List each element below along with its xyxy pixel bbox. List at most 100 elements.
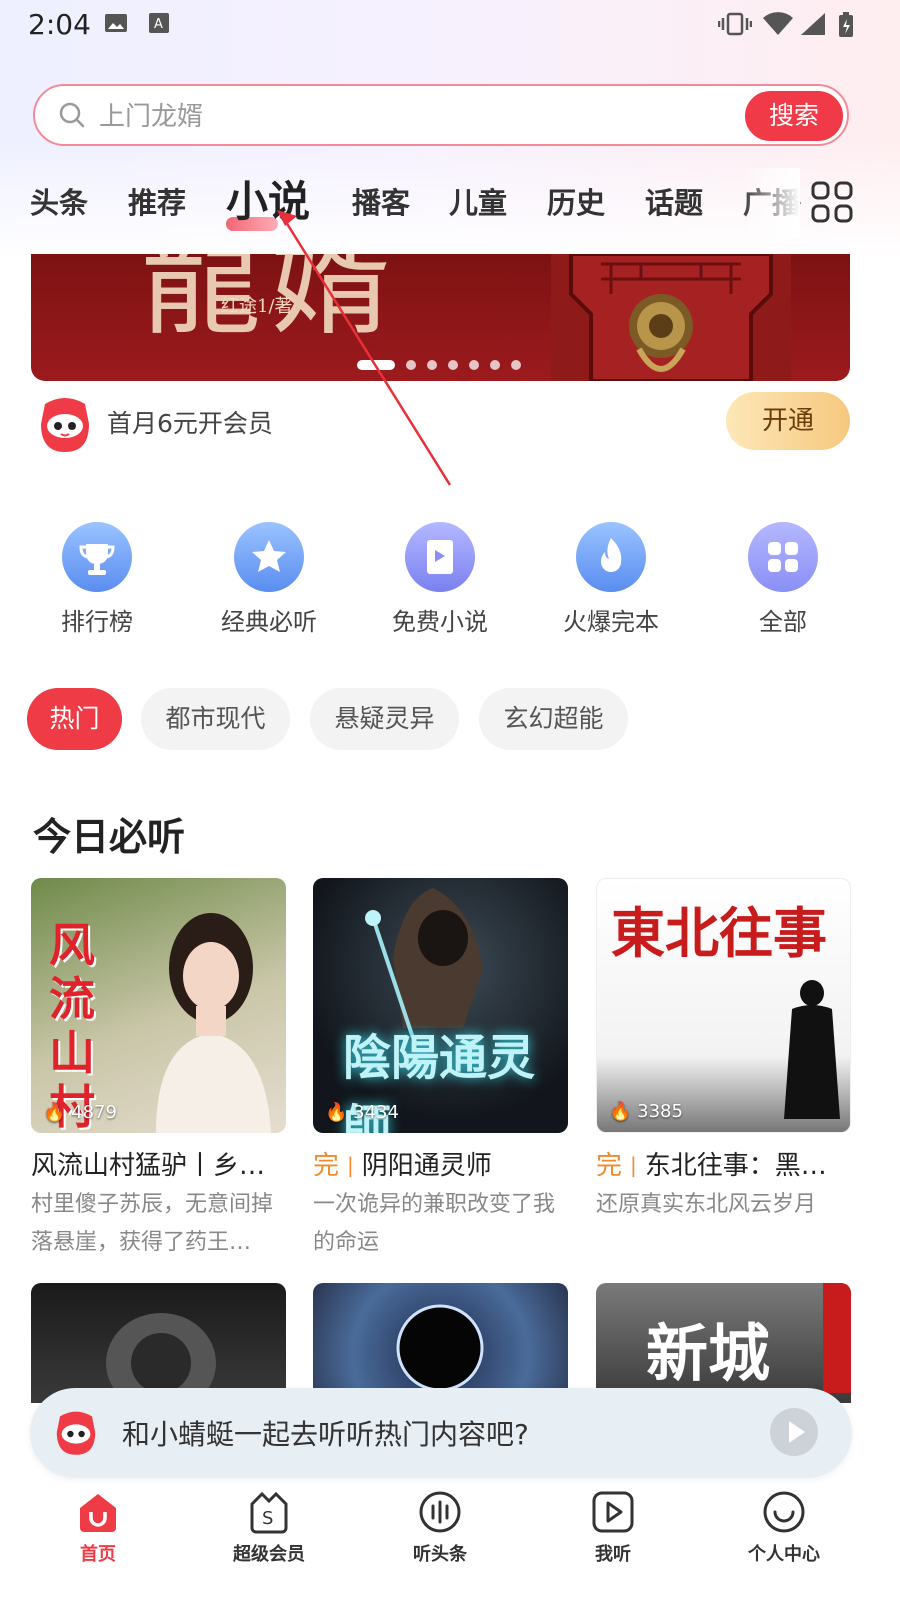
nav-super-vip[interactable]: S 超级会员 xyxy=(209,1484,329,1566)
nav-label: 听头条 xyxy=(413,1544,467,1565)
book-card[interactable]: 東北往事 🔥 3385 完 | 东北往事：黑… 还原真实东北风云岁月 xyxy=(596,878,851,1224)
category-label: 经典必听 xyxy=(221,608,317,636)
category-hot-completed[interactable]: 火爆完本 xyxy=(531,520,691,637)
book-title: 阴阳通灵师 xyxy=(361,1151,492,1181)
category-ranking[interactable]: 排行榜 xyxy=(17,520,177,637)
cover-title-text: 東北往事 xyxy=(611,901,827,965)
section-title: 今日必听 xyxy=(33,815,186,859)
status-time: 2:04 xyxy=(28,8,91,41)
nav-label: 个人中心 xyxy=(748,1544,820,1565)
finished-tag: 完 xyxy=(596,1151,623,1181)
chip-urban[interactable]: 都市现代 xyxy=(141,688,290,750)
trophy-icon xyxy=(62,522,132,592)
book-cover-partial[interactable]: 新城 xyxy=(596,1283,851,1403)
tab-novel-label: 小说 xyxy=(226,177,311,226)
vip-open-button[interactable]: 开通 xyxy=(726,392,850,450)
nav-listen-headlines[interactable]: 听头条 xyxy=(380,1484,500,1566)
audio-bars-icon xyxy=(380,1484,500,1534)
search-button[interactable]: 搜索 xyxy=(745,91,843,141)
play-count: 🔥 4879 xyxy=(43,1102,117,1123)
tab-novel[interactable]: 小说 xyxy=(226,168,311,231)
banner-dot xyxy=(469,359,479,370)
vip-promo-text: 首月6元开会员 xyxy=(107,409,273,438)
status-bar: 2:04 A xyxy=(0,0,900,50)
tab-fade xyxy=(740,168,800,238)
book-description: 村里傻子苏辰，无意间掉落悬崖，获得了药王… xyxy=(31,1192,274,1255)
svg-text:A: A xyxy=(154,17,163,32)
banner-dot xyxy=(448,359,458,370)
search-bar: 搜索 xyxy=(33,84,849,146)
banner-dot xyxy=(427,359,437,370)
category-free-novel[interactable]: 免费小说 xyxy=(360,520,520,637)
play-square-icon xyxy=(553,1484,673,1534)
book-description: 还原真实东北风云岁月 xyxy=(596,1192,817,1217)
banner-author: 红途1/著 xyxy=(221,296,293,317)
play-count: 🔥 3385 xyxy=(609,1101,683,1122)
tab-podcast[interactable]: 播客 xyxy=(352,180,410,222)
category-label: 免费小说 xyxy=(392,608,488,636)
chip-mystery[interactable]: 悬疑灵异 xyxy=(310,688,459,750)
book-cover-partial[interactable] xyxy=(31,1283,286,1403)
tag-separator: | xyxy=(630,1153,637,1177)
banner-door-ornament xyxy=(551,254,791,381)
cover-figure xyxy=(106,1313,216,1403)
vip-promo-bar[interactable]: 首月6元开会员 开通 xyxy=(31,392,850,456)
category-label: 排行榜 xyxy=(61,608,133,636)
book-cover: 风流山村猛驴 🔥 4879 xyxy=(31,878,286,1133)
home-icon xyxy=(38,1484,158,1534)
tab-recommend[interactable]: 推荐 xyxy=(128,180,186,222)
signal-icon xyxy=(800,12,826,40)
category-classic[interactable]: 经典必听 xyxy=(189,520,349,637)
tag-separator: | xyxy=(347,1153,354,1177)
nav-home[interactable]: 首页 xyxy=(38,1484,158,1566)
book-card[interactable]: 陰陽通灵師 🔥 3434 完 | 阴阳通灵师 一次诡异的兼职改变了我的命运 xyxy=(313,878,568,1262)
tab-children[interactable]: 儿童 xyxy=(449,180,507,222)
search-input[interactable] xyxy=(97,96,701,138)
play-count: 🔥 3434 xyxy=(325,1102,399,1123)
cover-figure xyxy=(396,1304,484,1392)
banner-pagination xyxy=(357,354,532,373)
book-cover-partial[interactable] xyxy=(313,1283,568,1403)
fire-icon xyxy=(576,522,646,592)
chip-fantasy[interactable]: 玄幻超能 xyxy=(479,688,628,750)
book-title-row: 完 | 阴阳通灵师 xyxy=(313,1145,568,1182)
banner-dot xyxy=(490,359,500,370)
category-shortcuts: 排行榜 经典必听 免费小说 火爆完本 全部 xyxy=(0,520,900,640)
play-count-value: 3385 xyxy=(637,1101,683,1122)
search-icon xyxy=(59,102,85,132)
banner-dot xyxy=(357,359,395,370)
play-count-value: 4879 xyxy=(71,1102,117,1123)
promo-banner[interactable]: 龍婿 红途1/著 xyxy=(31,254,850,381)
channel-tabs: 头条 推荐 小说 播客 儿童 历史 话题 广播 xyxy=(0,168,900,238)
mini-player[interactable]: 和小蜻蜓一起去听听热门内容吧? xyxy=(30,1388,852,1478)
book-card[interactable]: 风流山村猛驴 🔥 4879 风流山村猛驴丨乡… 村里傻子苏辰，无意间掉落悬崖，获… xyxy=(31,878,286,1262)
tab-history[interactable]: 历史 xyxy=(547,180,605,222)
chip-hot[interactable]: 热门 xyxy=(27,688,122,750)
banner-dot xyxy=(406,359,416,370)
font-notification-icon: A xyxy=(148,12,170,38)
finished-tag: 完 xyxy=(313,1151,340,1181)
gallery-notification-icon xyxy=(104,12,128,38)
vibrate-icon xyxy=(717,12,753,40)
banner-dot xyxy=(511,359,521,370)
book-description: 一次诡异的兼职改变了我的命运 xyxy=(313,1192,556,1255)
category-label: 全部 xyxy=(759,608,807,636)
nav-my-listening[interactable]: 我听 xyxy=(553,1484,673,1566)
book-cover: 東北往事 🔥 3385 xyxy=(596,878,851,1133)
nav-label: 超级会员 xyxy=(233,1544,305,1565)
nav-label: 我听 xyxy=(595,1544,631,1565)
nav-profile[interactable]: 个人中心 xyxy=(724,1484,844,1566)
play-button-icon[interactable] xyxy=(770,1408,818,1456)
tab-headlines[interactable]: 头条 xyxy=(30,180,88,222)
book-icon xyxy=(405,522,475,592)
svg-text:S: S xyxy=(262,1508,273,1529)
mini-player-text: 和小蜻蜓一起去听听热门内容吧? xyxy=(122,1418,529,1451)
cover-figure xyxy=(784,980,840,1119)
category-all[interactable]: 全部 xyxy=(703,520,863,637)
tab-topics[interactable]: 话题 xyxy=(645,180,703,222)
cover-title-text: 新城 xyxy=(646,1317,771,1390)
battery-icon xyxy=(838,12,854,42)
all-channels-grid-icon[interactable] xyxy=(810,180,854,228)
cover-figure xyxy=(156,913,271,1133)
vip-bag-icon: S xyxy=(209,1484,329,1534)
